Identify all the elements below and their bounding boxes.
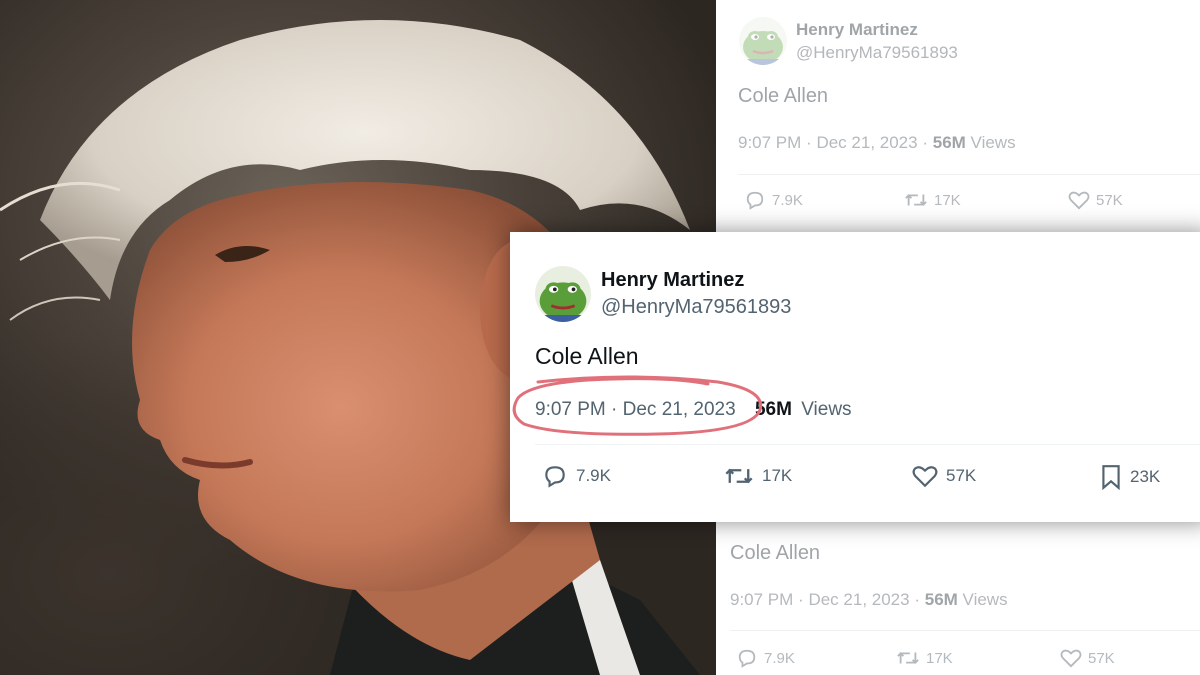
meta-separator: ·	[806, 133, 812, 152]
tweet-meta: 9:07 PM · Dec 21, 2023 · 56M Views	[738, 133, 1016, 153]
action-bar: 7.9K 17K 57K	[716, 190, 1200, 216]
views-count: 56M	[754, 399, 792, 420]
repost-icon	[897, 652, 919, 664]
like-count: 57K	[946, 466, 977, 485]
reply-icon	[738, 649, 756, 668]
heart-icon	[1068, 191, 1090, 210]
action-bar: 7.9K 17K 57K	[716, 648, 1200, 674]
repost-icon	[725, 468, 753, 484]
divider	[535, 444, 1200, 445]
tweet-text: Cole Allen	[730, 542, 821, 564]
reply-icon	[746, 191, 764, 210]
bookmark-count: 23K	[1130, 467, 1161, 486]
meta-separator: ·	[922, 133, 928, 152]
reply-count: 7.9K	[764, 649, 795, 667]
avatar[interactable]	[535, 266, 591, 322]
like-count: 57K	[1096, 191, 1123, 209]
like-button[interactable]: 57K	[912, 464, 976, 488]
reply-icon	[545, 466, 565, 488]
display-name[interactable]: Henry Martinez	[796, 20, 918, 40]
views-count: 56M	[924, 590, 958, 609]
meta-separator: ·	[914, 590, 920, 609]
tweet-timestamp[interactable]: 9:07 PM · Dec 21, 2023	[535, 399, 736, 420]
frog-avatar-icon	[535, 266, 591, 322]
reply-button[interactable]: 7.9K	[744, 190, 803, 210]
views-label: Views	[801, 399, 852, 420]
repost-count: 17K	[926, 649, 953, 667]
frog-avatar-icon	[739, 17, 787, 65]
avatar[interactable]	[739, 17, 787, 65]
tweet-time[interactable]: 9:07 PM	[730, 590, 793, 609]
reply-button[interactable]: 7.9K	[542, 464, 611, 488]
divider	[738, 174, 1200, 175]
main-tweet-card[interactable]: Henry Martinez @HenryMa79561893 Cole All…	[510, 232, 1200, 522]
tweet-meta: 9:07 PM · Dec 21, 2023 56M Views	[535, 399, 852, 421]
bookmark-icon	[1102, 465, 1120, 490]
divider	[730, 630, 1200, 631]
views-count: 56M	[932, 133, 966, 152]
bookmark-button[interactable]: 23K	[1100, 464, 1160, 490]
repost-icon	[905, 194, 927, 206]
tweet-text: Cole Allen	[738, 85, 829, 107]
reply-count: 7.9K	[772, 191, 803, 209]
user-handle[interactable]: @HenryMa79561893	[601, 296, 791, 319]
user-handle[interactable]: @HenryMa79561893	[796, 43, 958, 63]
background-tweet-bottom: Cole Allen 9:07 PM · Dec 21, 2023 · 56M …	[716, 520, 1200, 675]
repost-button[interactable]: 17K	[724, 464, 792, 488]
like-button[interactable]: 57K	[1068, 190, 1123, 210]
repost-count: 17K	[762, 466, 793, 485]
heart-icon	[1060, 649, 1082, 668]
reply-count: 7.9K	[576, 466, 611, 485]
background-tweet-top: Henry Martinez @HenryMa79561893 Cole All…	[716, 0, 1200, 232]
repost-button[interactable]: 17K	[904, 190, 961, 210]
tweet-date[interactable]: Dec 21, 2023	[808, 590, 909, 609]
views-label: Views	[970, 133, 1016, 152]
like-button[interactable]: 57K	[1060, 648, 1115, 668]
tweet-meta: 9:07 PM · Dec 21, 2023 · 56M Views	[730, 590, 1008, 610]
reply-button[interactable]: 7.9K	[736, 648, 795, 668]
meta-separator: ·	[798, 590, 804, 609]
heart-icon	[912, 466, 938, 488]
repost-button[interactable]: 17K	[896, 648, 953, 668]
tweet-time[interactable]: 9:07 PM	[738, 133, 801, 152]
repost-count: 17K	[934, 191, 961, 209]
like-count: 57K	[1088, 649, 1115, 667]
tweet-date[interactable]: Dec 21, 2023	[816, 133, 917, 152]
views-label: Views	[962, 590, 1008, 609]
display-name[interactable]: Henry Martinez	[601, 269, 744, 292]
action-bar: 7.9K 17K 57K 23K	[510, 464, 1200, 500]
tweet-text: Cole Allen	[535, 343, 639, 369]
